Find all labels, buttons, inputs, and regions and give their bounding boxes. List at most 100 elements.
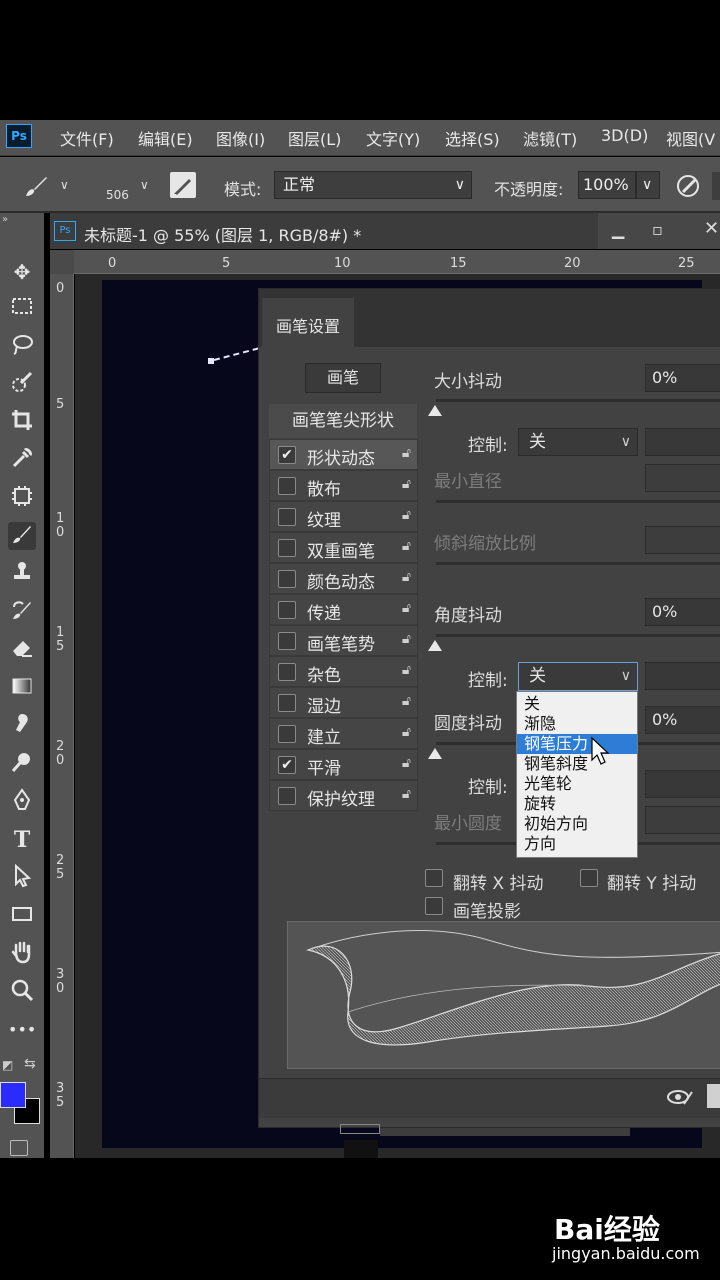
menu-file[interactable]: 文件(F)	[60, 126, 114, 150]
document-tab-title[interactable]: 未标题-1 @ 55% (图层 1, RGB/8#) *	[84, 222, 361, 246]
lock-icon[interactable]: 🔓︎	[402, 569, 411, 585]
default-colors-icon[interactable]: ◩	[2, 1058, 13, 1072]
zoom-tool-icon[interactable]	[8, 978, 36, 1006]
quick-selection-tool-icon[interactable]	[8, 370, 36, 398]
pen-tool-icon[interactable]	[8, 788, 36, 816]
tilt-scale-input[interactable]	[645, 526, 720, 554]
quick-mask-icon[interactable]	[10, 1140, 28, 1156]
menu-layer[interactable]: 图层(L)	[288, 126, 341, 150]
minimize-icon[interactable]: ▁	[612, 220, 624, 239]
lock-icon[interactable]: 🔓︎	[402, 476, 411, 492]
control-dropdown-list[interactable]: 关 渐隐 钢笔压力 钢笔斜度 光笔轮 旋转 初始方向 方向	[516, 691, 638, 858]
brush-preset-chevron-icon[interactable]: ∨	[140, 178, 149, 192]
checkbox-checked-icon[interactable]: ✔	[278, 756, 296, 774]
option-texture[interactable]: 纹理 🔓︎	[270, 501, 417, 531]
lock-icon[interactable]: 🔓︎	[402, 662, 411, 678]
brush-panel-toggle-icon[interactable]	[170, 172, 196, 198]
option-shape-dynamics[interactable]: ✔ 形状动态 🔓︎	[270, 439, 417, 469]
min-roundness-input[interactable]	[645, 806, 720, 834]
close-icon[interactable]: ✕	[704, 218, 719, 239]
lasso-tool-icon[interactable]	[8, 332, 36, 360]
mode-select[interactable]: 正常 ∨	[274, 171, 472, 199]
menu-type[interactable]: 文字(Y)	[366, 126, 420, 150]
crop-tool-icon[interactable]	[8, 408, 36, 436]
brush-tip-shape-item[interactable]: 画笔笔尖形状	[269, 404, 417, 438]
min-diameter-slider[interactable]	[436, 500, 720, 503]
dropdown-option-stylus-wheel[interactable]: 光笔轮	[517, 774, 637, 794]
min-diameter-input[interactable]	[645, 464, 720, 492]
lock-icon[interactable]: 🔓︎	[402, 600, 411, 616]
brush-presets-button[interactable]: 画笔	[305, 363, 381, 393]
opacity-input[interactable]: 100%	[578, 171, 636, 199]
flip-x-checkbox[interactable]	[425, 869, 443, 887]
collapse-icon[interactable]: »	[2, 214, 8, 225]
flip-y-checkbox[interactable]	[580, 869, 598, 887]
brush-projection-checkbox[interactable]	[425, 897, 443, 915]
checkbox-icon[interactable]	[278, 787, 296, 805]
chevron-down-icon[interactable]: ∨	[60, 178, 69, 192]
brush-tool-icon[interactable]	[22, 172, 50, 200]
stamp-tool-icon[interactable]	[8, 560, 36, 588]
checkbox-icon[interactable]	[278, 508, 296, 526]
checkbox-icon[interactable]	[278, 632, 296, 650]
slider-thumb-icon[interactable]	[428, 748, 442, 759]
smudge-tool-icon[interactable]	[8, 712, 36, 740]
checkbox-checked-icon[interactable]: ✔	[278, 446, 296, 464]
roundness-jitter-input[interactable]: 0%	[645, 706, 720, 734]
dropdown-option-fade[interactable]: 渐隐	[517, 714, 637, 734]
lock-icon[interactable]: 🔓︎	[402, 693, 411, 709]
menu-filter[interactable]: 滤镜(T)	[523, 126, 577, 150]
dropdown-option-pen-tilt[interactable]: 钢笔斜度	[517, 754, 637, 774]
dropdown-option-pen-pressure[interactable]: 钢笔压力	[517, 734, 637, 754]
checkbox-icon[interactable]	[278, 477, 296, 495]
option-noise[interactable]: 杂色 🔓︎	[270, 656, 417, 686]
dropdown-option-initial-direction[interactable]: 初始方向	[517, 814, 637, 834]
option-dual-brush[interactable]: 双重画笔 🔓︎	[270, 532, 417, 562]
tab-brush-settings[interactable]: 画笔设置	[262, 298, 354, 347]
angle-control-select[interactable]: 关 ∨	[518, 662, 638, 691]
swap-colors-icon[interactable]: ⇆	[24, 1056, 36, 1072]
checkbox-icon[interactable]	[278, 694, 296, 712]
tilt-scale-slider[interactable]	[436, 562, 720, 565]
option-build-up[interactable]: 建立 🔓︎	[270, 718, 417, 748]
dodge-tool-icon[interactable]	[8, 750, 36, 778]
menu-select[interactable]: 选择(S)	[445, 126, 500, 150]
history-brush-tool-icon[interactable]	[8, 598, 36, 626]
size-control-select[interactable]: 关 ∨	[518, 428, 638, 456]
foreground-color-swatch[interactable]	[0, 1082, 26, 1108]
marquee-tool-icon[interactable]	[8, 294, 36, 322]
eyedropper-tool-icon[interactable]	[8, 446, 36, 474]
slider-thumb-icon[interactable]	[428, 640, 442, 651]
rectangle-tool-icon[interactable]	[8, 902, 36, 930]
lock-icon[interactable]: 🔓︎	[402, 445, 411, 461]
menu-image[interactable]: 图像(I)	[216, 126, 265, 150]
option-smoothing[interactable]: ✔ 平滑 🔓︎	[270, 749, 417, 779]
checkbox-icon[interactable]	[278, 601, 296, 619]
move-tool-icon[interactable]: ✥	[8, 258, 36, 286]
option-wet-edges[interactable]: 湿边 🔓︎	[270, 687, 417, 717]
checkbox-icon[interactable]	[278, 539, 296, 557]
maximize-icon[interactable]: ▫	[652, 220, 663, 239]
option-color-dynamics[interactable]: 颜色动态 🔓︎	[270, 563, 417, 593]
eraser-tool-icon[interactable]	[8, 636, 36, 664]
path-selection-tool-icon[interactable]	[8, 863, 36, 892]
dropdown-option-off[interactable]: 关	[517, 694, 637, 714]
more-tools-icon[interactable]: •••	[8, 1016, 36, 1044]
menu-3d[interactable]: 3D(D)	[601, 126, 648, 145]
toggle-preview-icon[interactable]	[666, 1086, 694, 1108]
menu-view[interactable]: 视图(V	[666, 126, 715, 150]
type-tool-icon[interactable]: T	[8, 826, 36, 854]
dropdown-option-direction[interactable]: 方向	[517, 834, 637, 854]
lock-icon[interactable]: 🔓︎	[402, 631, 411, 647]
option-brush-pose[interactable]: 画笔笔势 🔓︎	[270, 625, 417, 655]
gradient-tool-icon[interactable]	[8, 674, 36, 702]
lock-icon[interactable]: 🔓︎	[402, 786, 411, 802]
hand-tool-icon[interactable]	[8, 940, 36, 968]
angle-jitter-slider[interactable]	[436, 634, 720, 637]
size-jitter-input[interactable]: 0%	[645, 364, 720, 392]
option-protect-texture[interactable]: 保护纹理 🔓︎	[270, 780, 417, 810]
brush-tool-icon[interactable]	[8, 522, 36, 550]
lock-icon[interactable]: 🔓︎	[402, 755, 411, 771]
create-brush-icon[interactable]	[707, 1084, 720, 1108]
size-jitter-slider[interactable]	[436, 399, 720, 402]
